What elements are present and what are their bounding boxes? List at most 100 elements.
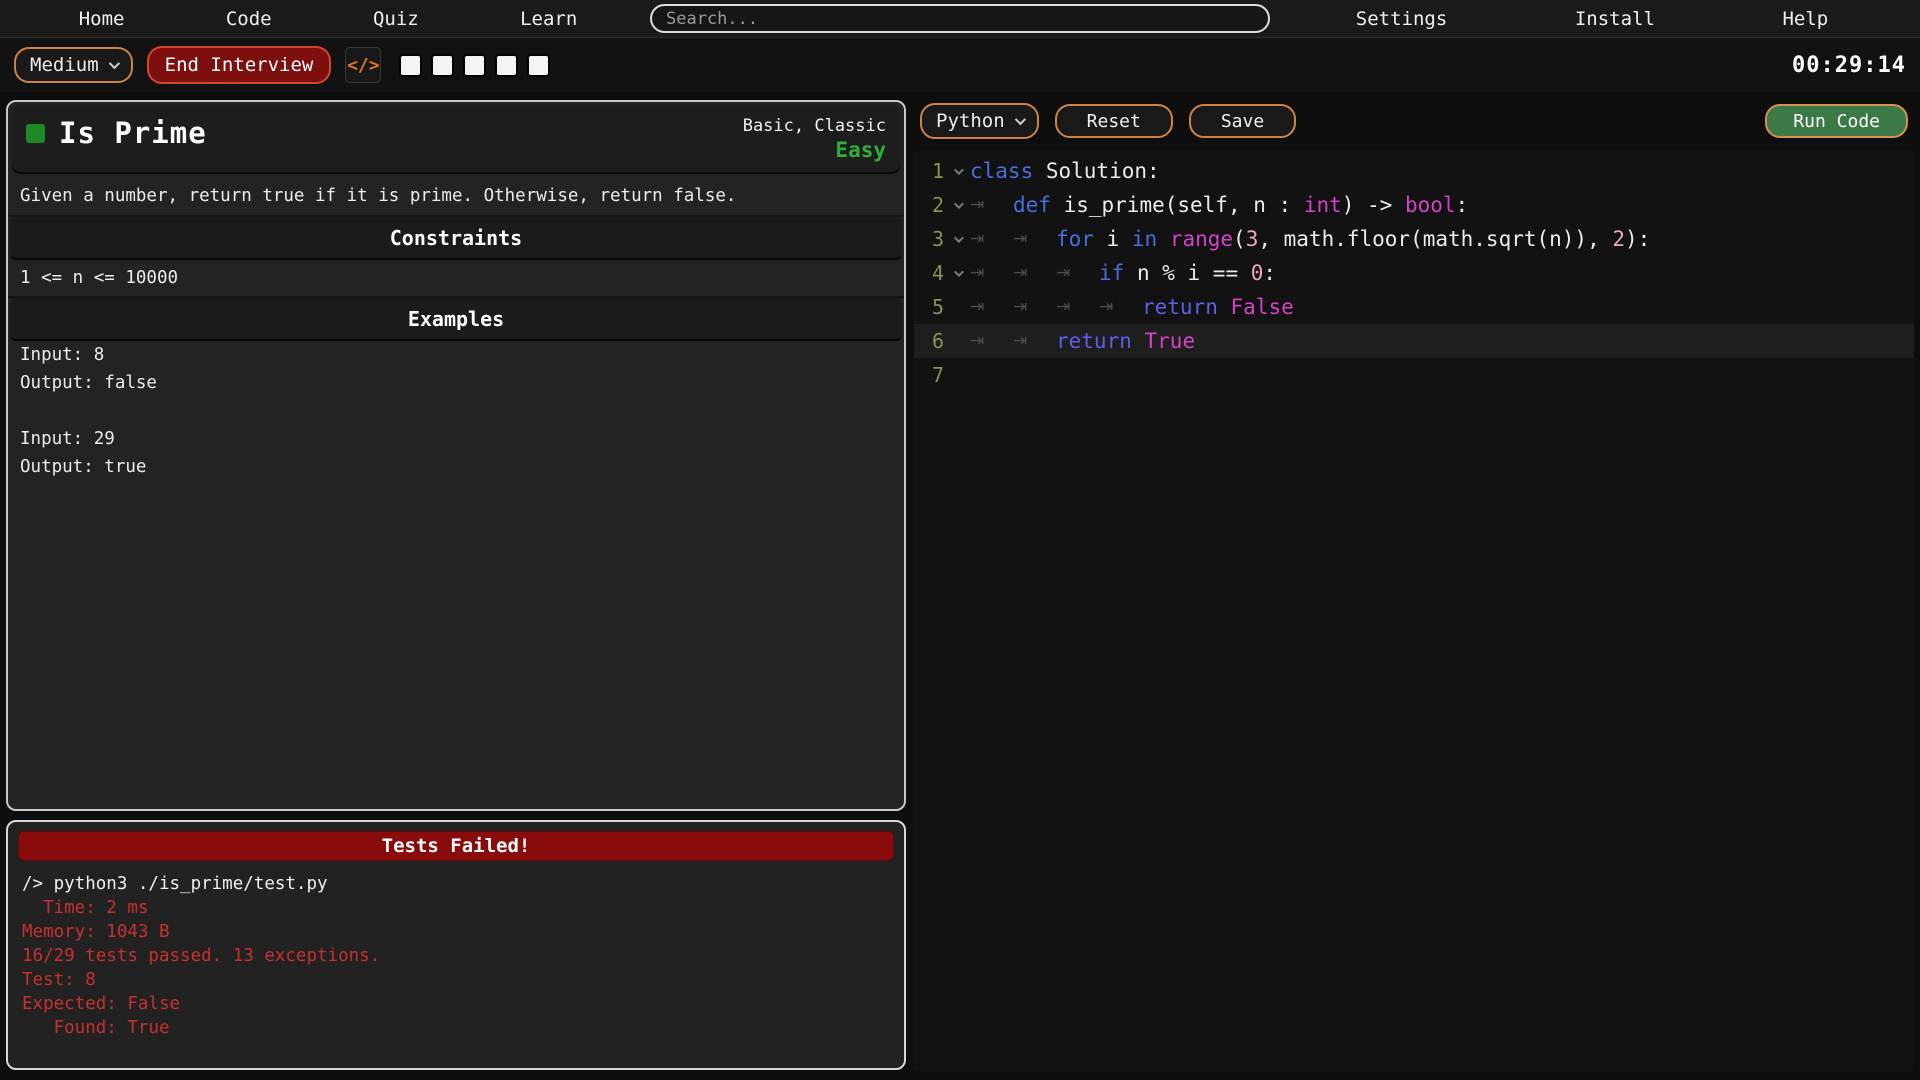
code-token: if	[1099, 261, 1124, 285]
section-header: Constraints	[10, 217, 902, 260]
line-number: 5	[914, 295, 944, 319]
tests-panel: Tests Failed! /> python3 ./is_prime/test…	[6, 820, 906, 1070]
indent-guide-icon: ⇥	[970, 331, 1013, 351]
code-text: ⇥⇥⇥⇥return False	[970, 295, 1294, 319]
code-brackets-glyph: </>	[347, 55, 380, 76]
code-token: ):	[1625, 227, 1650, 251]
search-box[interactable]	[650, 4, 1270, 33]
code-text: class Solution:	[970, 159, 1160, 183]
search-input[interactable]	[652, 9, 1268, 29]
code-token: False	[1231, 295, 1294, 319]
problem-section: Constraints1 <= n <= 10000	[8, 217, 904, 298]
code-token: 2	[1612, 227, 1625, 251]
line-number: 7	[914, 363, 944, 387]
tests-output-line: Memory: 1043 B	[22, 921, 890, 945]
line-number: 1	[914, 159, 944, 183]
code-token: class	[970, 159, 1033, 183]
difficulty-select[interactable]: Medium	[14, 47, 133, 83]
problem-sections: Constraints1 <= n <= 10000Examples Input:…	[8, 217, 904, 481]
nav-item-code[interactable]: Code	[226, 8, 272, 30]
editor-toolbar: Python Reset Save Run Code	[914, 100, 1914, 142]
code-line: 6⇥⇥return True	[914, 324, 1914, 358]
code-editor[interactable]: 1class Solution:2⇥def is_prime(self, n :…	[914, 150, 1914, 1070]
section-line: Input: 29	[8, 425, 904, 453]
code-line: 4⇥⇥⇥if n % i == 0:	[914, 256, 1914, 290]
section-line	[8, 397, 904, 425]
fold-chevron-icon[interactable]	[944, 168, 970, 175]
nav-item-install[interactable]: Install	[1575, 8, 1655, 30]
code-token: return	[1056, 329, 1132, 353]
indent-guide-icon: ⇥	[1099, 297, 1142, 317]
difficulty-select-value: Medium	[30, 54, 99, 76]
problem-header: Is Prime Basic, Classic Easy	[12, 106, 900, 172]
code-token: ) ->	[1342, 193, 1405, 217]
chevron-down-icon	[1014, 114, 1025, 125]
line-number: 2	[914, 193, 944, 217]
section-header: Examples	[10, 298, 902, 341]
save-button[interactable]: Save	[1189, 104, 1296, 138]
nav-item-learn[interactable]: Learn	[520, 8, 577, 30]
tests-output-line: Time: 2 ms	[22, 897, 890, 921]
code-text: ⇥⇥return True	[970, 329, 1195, 353]
section-line: Output: true	[8, 453, 904, 481]
tests-result-banner: Tests Failed!	[18, 831, 894, 861]
nav-item-home[interactable]: Home	[79, 8, 125, 30]
code-token: (	[1233, 227, 1246, 251]
code-token: for	[1056, 227, 1094, 251]
fold-chevron-icon[interactable]	[944, 270, 970, 277]
code-token: 0	[1251, 261, 1264, 285]
code-token: n % i ==	[1124, 261, 1250, 285]
code-token: i	[1094, 227, 1132, 251]
code-line: 1 class Solution:	[914, 154, 1914, 188]
line-number: 3	[914, 227, 944, 251]
chevron-down-icon	[108, 58, 119, 69]
indent-guide-icon: ⇥	[1056, 297, 1099, 317]
nav-right-group: Settings Install Help	[1292, 8, 1892, 30]
code-text: ⇥⇥for i in range(3, math.floor(math.sqrt…	[970, 227, 1650, 251]
section-line: 1 <= n <= 10000	[8, 260, 904, 298]
code-token: True	[1145, 329, 1196, 353]
fold-chevron-icon[interactable]	[944, 236, 970, 243]
top-nav: Home Code Quiz Learn Settings Install Help	[0, 0, 1920, 38]
code-token: Solution:	[1033, 159, 1159, 183]
reset-button[interactable]: Reset	[1055, 104, 1173, 138]
nav-item-settings[interactable]: Settings	[1356, 8, 1448, 30]
progress-square	[529, 56, 548, 75]
code-token: :	[1263, 261, 1276, 285]
language-select[interactable]: Python	[920, 103, 1039, 139]
indent-guide-icon: ⇥	[970, 195, 1013, 215]
nav-left-group: Home Code Quiz Learn	[28, 8, 628, 30]
language-select-value: Python	[936, 110, 1005, 132]
code-brackets-icon[interactable]: </>	[345, 47, 381, 83]
section-line: Output: false	[8, 369, 904, 397]
end-interview-button[interactable]: End Interview	[147, 46, 332, 84]
progress-square	[401, 56, 420, 75]
code-token	[1157, 227, 1170, 251]
code-line: 7	[914, 358, 1914, 392]
problem-panel: Is Prime Basic, Classic Easy Given a num…	[6, 100, 906, 811]
left-column: Is Prime Basic, Classic Easy Given a num…	[6, 100, 906, 1070]
code-token: range	[1170, 227, 1233, 251]
section-body: 1 <= n <= 10000	[8, 260, 904, 298]
code-token: 3	[1246, 227, 1259, 251]
tests-output: /> python3 ./is_prime/test.py Time: 2 ms…	[8, 869, 904, 1045]
problem-description: Given a number, return true if it is pri…	[8, 176, 904, 217]
nav-item-help[interactable]: Help	[1782, 8, 1828, 30]
indent-guide-icon: ⇥	[1013, 331, 1056, 351]
code-token: in	[1132, 227, 1157, 251]
code-token: int	[1304, 193, 1342, 217]
run-code-button[interactable]: Run Code	[1765, 104, 1908, 138]
code-text: ⇥⇥⇥if n % i == 0:	[970, 261, 1276, 285]
indent-guide-icon: ⇥	[1056, 263, 1099, 283]
tests-output-line: /> python3 ./is_prime/test.py	[22, 873, 890, 897]
tests-output-line: Test: 8	[22, 969, 890, 993]
nav-item-quiz[interactable]: Quiz	[373, 8, 419, 30]
progress-square	[465, 56, 484, 75]
fold-chevron-icon[interactable]	[944, 202, 970, 209]
main-area: Is Prime Basic, Classic Easy Given a num…	[0, 92, 1920, 1080]
code-token	[1132, 329, 1145, 353]
indent-guide-icon: ⇥	[1013, 263, 1056, 283]
line-number: 6	[914, 329, 944, 353]
indent-guide-icon: ⇥	[1013, 297, 1056, 317]
indent-guide-icon: ⇥	[970, 263, 1013, 283]
